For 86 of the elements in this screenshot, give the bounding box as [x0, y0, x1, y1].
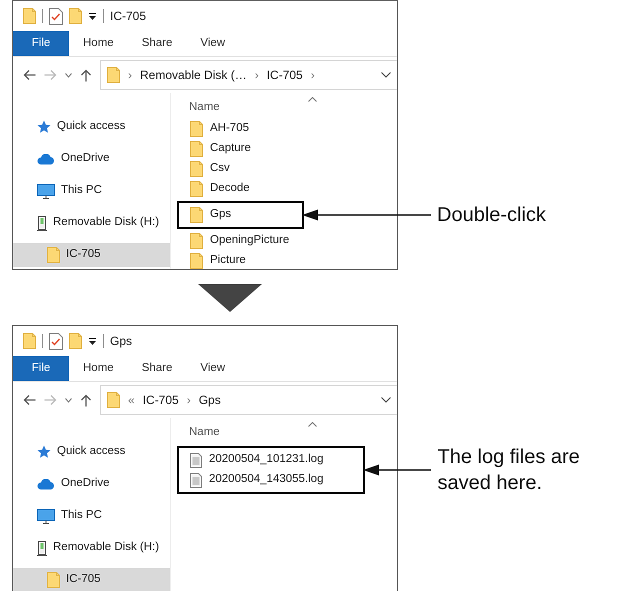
ribbon-tab[interactable]: View [186, 356, 240, 381]
document-icon [190, 452, 202, 468]
forward-arrow-icon [44, 69, 57, 81]
document-icon [190, 472, 202, 488]
checklist-icon [49, 332, 63, 350]
breadcrumb-link[interactable]: Gps [198, 391, 221, 409]
folder-icon [190, 253, 203, 269]
folder-icon [190, 207, 203, 223]
cloud-icon [37, 478, 55, 490]
forward-arrow-icon [44, 394, 57, 406]
breadcrumb-separator: › [128, 67, 132, 84]
nav-item[interactable]: IC-705 [13, 243, 170, 267]
drive-icon [37, 216, 47, 230]
folder-icon [190, 141, 203, 157]
folder-icon [190, 233, 203, 249]
chevron-down-icon [65, 398, 72, 402]
column-header[interactable]: Name [177, 98, 220, 116]
folder-item[interactable]: Decode [177, 179, 250, 199]
folder-icon [190, 121, 203, 137]
folder-icon [107, 392, 120, 408]
star-icon [37, 445, 51, 459]
chevron-down-icon [381, 397, 391, 403]
monitor-icon [37, 184, 55, 198]
column-header[interactable]: Name [177, 424, 220, 441]
breadcrumb-link[interactable]: IC-705 [266, 66, 303, 84]
breadcrumb-link[interactable]: IC-705 [142, 391, 179, 409]
window-title: Gps [110, 333, 132, 350]
folder-icon [23, 333, 36, 349]
ribbon-tab[interactable]: View [186, 31, 240, 56]
folder-icon [47, 247, 60, 263]
drive-icon [37, 540, 47, 556]
address-bar[interactable]: « IC-705 › Gps [100, 385, 397, 415]
dropdown-icon [88, 336, 97, 346]
address-bar[interactable]: › Removable Disk (… › IC-705 › [100, 60, 397, 90]
nav-item[interactable]: Removable Disk (H:) [13, 211, 170, 235]
nav-item[interactable]: Quick access [13, 440, 170, 464]
folder-item[interactable]: Csv [177, 159, 230, 179]
nav-item[interactable]: IC-705 [13, 568, 170, 591]
callout-text: Double-click [437, 203, 547, 228]
folder-item[interactable]: OpeningPicture [177, 231, 290, 251]
chevron-down-icon [65, 72, 72, 78]
sort-caret-icon [308, 97, 317, 102]
file-item[interactable]: 20200504_143055.log [179, 470, 324, 490]
folder-icon [23, 8, 36, 24]
down-triangle-icon [198, 284, 262, 312]
folder-icon [69, 8, 82, 24]
star-icon [37, 120, 51, 134]
folder-item[interactable]: Picture [177, 251, 246, 271]
ribbon-tab[interactable]: File [13, 356, 69, 381]
nav-item[interactable]: This PC [13, 504, 170, 528]
folder-icon [69, 333, 82, 349]
ribbon-tab[interactable]: Home [69, 356, 128, 381]
monitor-icon [37, 508, 55, 524]
ribbon-tab[interactable]: Share [128, 356, 186, 381]
ribbon-tab[interactable]: Home [69, 31, 128, 56]
nav-item[interactable]: OneDrive [13, 472, 170, 496]
file-item[interactable]: 20200504_101231.log [179, 450, 324, 470]
window-title: IC-705 [110, 8, 146, 25]
folder-item[interactable]: Capture [177, 139, 251, 159]
breadcrumb-separator: › [310, 67, 315, 84]
breadcrumb-link[interactable]: Removable Disk (… [140, 66, 247, 84]
back-arrow-icon [23, 69, 36, 81]
sort-caret-icon [308, 422, 317, 427]
nav-item[interactable]: OneDrive [13, 147, 170, 171]
callout-text: The log files are saved here. [437, 445, 581, 496]
breadcrumb-separator: « [128, 392, 135, 409]
checklist-icon [49, 8, 63, 24]
back-arrow-icon [23, 394, 36, 406]
chevron-down-icon [381, 72, 391, 78]
folder-icon [47, 572, 60, 588]
folder-icon [190, 161, 203, 177]
dropdown-icon [88, 12, 97, 20]
nav-item[interactable]: Quick access [13, 115, 170, 139]
ribbon-tab[interactable]: Share [128, 31, 186, 56]
nav-item[interactable]: Removable Disk (H:) [13, 536, 170, 560]
up-arrow-icon [80, 394, 92, 406]
cloud-icon [37, 154, 55, 164]
nav-item[interactable]: This PC [13, 179, 170, 203]
folder-icon [107, 67, 120, 83]
breadcrumb-separator: › [254, 67, 259, 84]
ribbon-tab[interactable]: File [13, 31, 69, 56]
folder-item[interactable]: Gps [179, 205, 232, 225]
folder-item[interactable]: AH-705 [177, 119, 249, 139]
folder-icon [190, 181, 203, 197]
breadcrumb-separator: › [186, 392, 191, 409]
up-arrow-icon [80, 68, 92, 82]
